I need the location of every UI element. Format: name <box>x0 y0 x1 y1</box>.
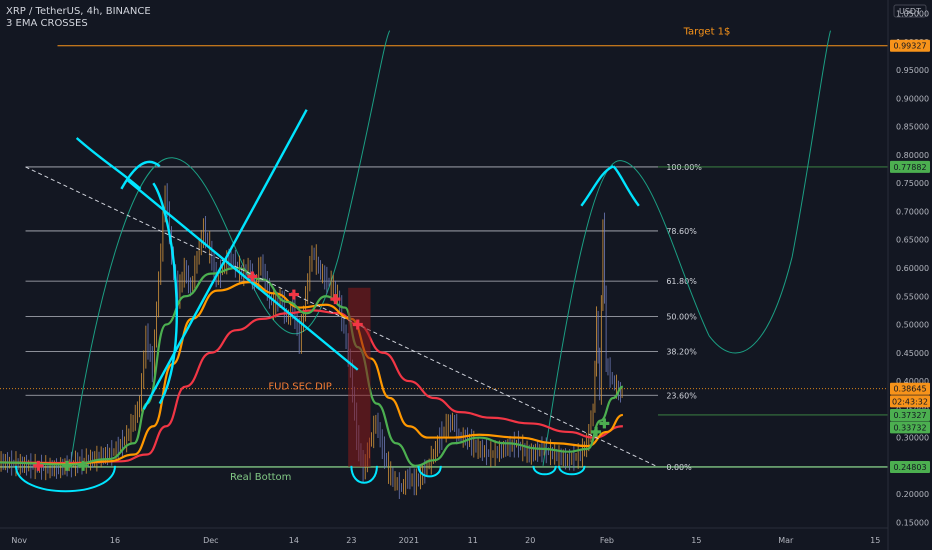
ema-cross-bullish <box>594 426 598 437</box>
ema-cross-bearish <box>250 271 254 282</box>
cycle-arcs <box>69 30 831 466</box>
ema-cross-bearish <box>36 460 40 471</box>
x-tick-label: Dec <box>203 536 218 545</box>
chart-root: XRP / TetherUS, 4h, BINANCE 3 EMA CROSSE… <box>0 0 932 550</box>
dashed-trendline <box>25 166 659 468</box>
y-tick-label: 1.05000 <box>896 10 929 19</box>
fib-level-label: 100.00% <box>666 163 702 172</box>
x-tick-label: 11 <box>468 536 478 545</box>
fib-level-label: 50.00% <box>666 312 697 321</box>
trend-line-up <box>142 109 308 410</box>
y-tick-label: 0.70000 <box>896 207 929 216</box>
x-tick-label: 15 <box>870 536 880 545</box>
y-tick-label: 0.55000 <box>896 292 929 301</box>
price-badge-label: 0.99327 <box>893 42 926 51</box>
fib-level-label: 0.00% <box>666 463 692 472</box>
peak-hat-right <box>612 165 640 207</box>
trend-line-down <box>127 179 359 371</box>
price-badge-label: 02:43:32 <box>892 397 928 406</box>
indicator-name: 3 EMA CROSSES <box>6 18 88 29</box>
y-tick-label: 0.90000 <box>896 94 929 103</box>
target-annotation: Target 1$ <box>683 27 731 38</box>
fib-level-label: 78.60% <box>666 227 697 236</box>
fud-annotation: FUD SEC DIP <box>268 382 331 393</box>
price-chart[interactable]: 100.00% 78.60% 61.80% 50.00% 38.20% 23.60% 0.0… <box>0 0 932 550</box>
y-tick-label: 0.30000 <box>896 434 929 443</box>
x-tick-label: 16 <box>110 536 120 545</box>
peak-hat-left <box>580 165 614 207</box>
y-tick-label: 0.95000 <box>896 66 929 75</box>
fib-level-label: 23.60% <box>666 391 697 400</box>
price-badge-label: 0.37327 <box>893 411 926 420</box>
x-tick-label: Feb <box>600 536 614 545</box>
price-axis: USDT1.050001.000000.950000.900000.850000… <box>887 0 932 550</box>
ema-line <box>0 266 624 467</box>
y-tick-label: 0.15000 <box>896 518 929 527</box>
x-tick-label: 20 <box>525 536 535 545</box>
ema-lines <box>0 266 624 467</box>
y-tick-label: 0.20000 <box>896 490 929 499</box>
ema-cross-bullish <box>65 460 69 471</box>
chart-header: XRP / TetherUS, 4h, BINANCE 3 EMA CROSSE… <box>6 6 151 30</box>
y-tick-label: 0.65000 <box>896 236 929 245</box>
ema-cross-bullish <box>602 418 606 429</box>
time-axis: Nov 16 Dec 14 23 2021 11 20 Feb 15 Mar 15 <box>0 527 888 545</box>
fib-level-label: 61.80% <box>666 277 697 286</box>
bottom-smile <box>350 465 378 484</box>
x-tick-label: 23 <box>346 536 356 545</box>
y-tick-label: 0.60000 <box>896 264 929 273</box>
ema-cross-bearish <box>292 289 296 300</box>
y-tick-label: 0.85000 <box>896 123 929 132</box>
fib-retracement: 100.00% 78.60% 61.80% 50.00% 38.20% 23.60% 0.0… <box>0 45 888 472</box>
fud-dip-zone <box>348 287 371 467</box>
ema-cross-bearish <box>333 294 337 305</box>
fib-level-label: 38.20% <box>666 348 697 357</box>
symbol-title: XRP / TetherUS, 4h, BINANCE <box>6 6 151 17</box>
y-tick-label: 0.80000 <box>896 151 929 160</box>
price-badge-label: 0.38645 <box>893 385 926 394</box>
x-tick-label: 2021 <box>399 536 419 545</box>
x-tick-label: 14 <box>289 536 299 545</box>
y-tick-label: 0.50000 <box>896 321 929 330</box>
price-badge-label: 0.77882 <box>893 163 926 172</box>
ema-cross-bullish <box>81 460 85 471</box>
y-tick-label: 0.75000 <box>896 179 929 188</box>
bottom-annotation: Real Bottom <box>230 472 291 483</box>
price-badge-label: 0.24803 <box>893 463 926 472</box>
ema-cross-bearish <box>356 319 360 330</box>
x-tick-label: Nov <box>11 536 27 545</box>
x-tick-label: Mar <box>778 536 794 545</box>
annotations: Target 1$ FUD SEC DIP Real Bottom <box>230 27 730 483</box>
price-badge-label: 0.33732 <box>893 423 926 432</box>
x-tick-label: 15 <box>691 536 701 545</box>
cycle-arc-second <box>542 30 831 466</box>
trend-curve-top <box>75 137 142 190</box>
y-tick-label: 0.45000 <box>896 349 929 358</box>
